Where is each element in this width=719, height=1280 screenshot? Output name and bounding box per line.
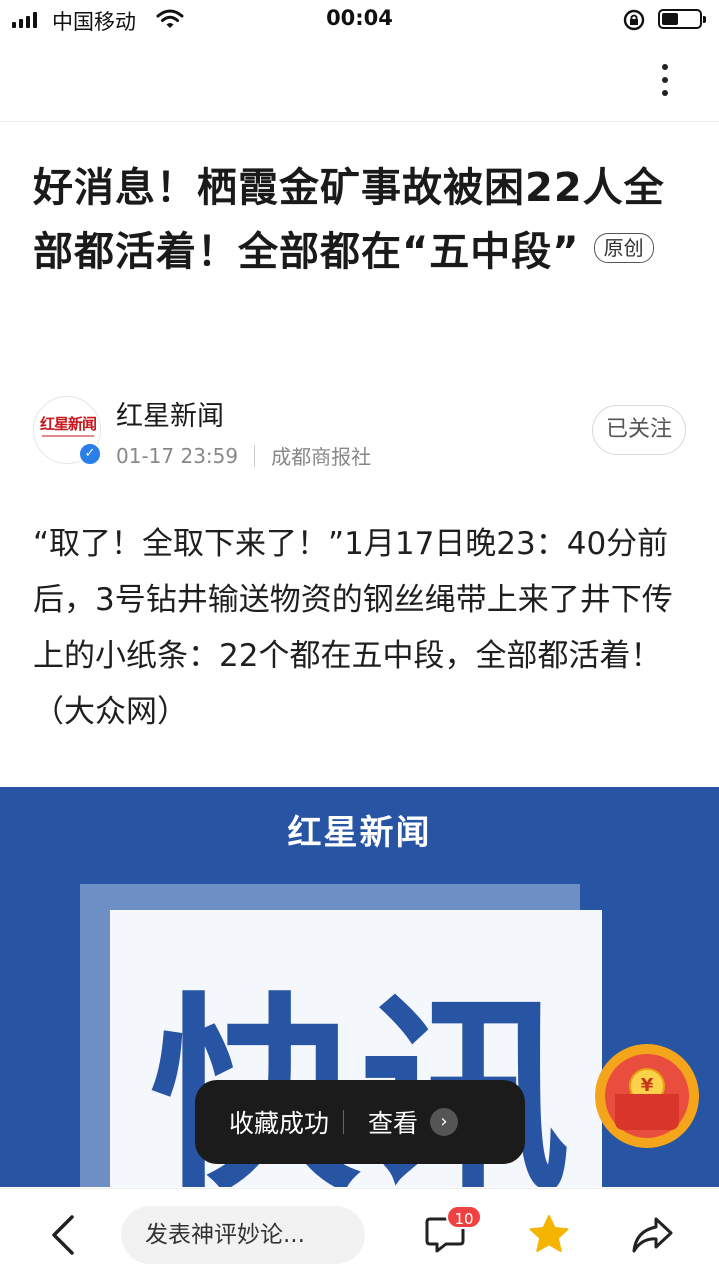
bottom-bar: 发表神评妙论... 10 (0, 1188, 719, 1280)
more-options-icon[interactable] (650, 60, 680, 100)
toast: 收藏成功 查看 › (195, 1080, 525, 1164)
rotation-lock-icon (622, 8, 646, 36)
toast-view-button[interactable]: 查看 (368, 1104, 418, 1140)
author-name[interactable]: 红星新闻 (116, 394, 224, 433)
original-badge: 原创 (593, 233, 654, 263)
star-icon[interactable] (527, 1213, 571, 1259)
source-name: 成都商报社 (271, 445, 372, 469)
toast-divider (343, 1110, 345, 1134)
back-icon[interactable] (44, 1213, 84, 1261)
comment-count-badge: 10 (446, 1205, 482, 1229)
meta-divider (254, 444, 256, 467)
comment-input[interactable]: 发表神评妙论... (121, 1206, 365, 1264)
status-bar: 中国移动 00:04 (0, 0, 719, 40)
follow-button[interactable]: 已关注 (592, 405, 686, 455)
article-body: “取了！全取下来了！”1月17日晚23：40分前后，3号钻井输送物资的钢丝绳带上… (33, 526, 673, 730)
battery-icon (658, 9, 706, 29)
red-packet-icon[interactable]: ¥ (595, 1044, 699, 1148)
article-title: 好消息！栖霞金矿事故被困22人全部都活着！全部都在“五中段” 原创 (33, 156, 693, 284)
verified-icon: ✓ (78, 442, 102, 466)
avatar-logo: 红星新闻 (39, 415, 97, 433)
image-brand-logo: 红星新闻 (287, 813, 432, 853)
chevron-right-icon[interactable]: › (430, 1108, 459, 1136)
clock: 00:04 (326, 6, 393, 30)
battery-fill (662, 13, 678, 25)
publish-time: 01-17 23:59 (116, 443, 239, 468)
share-icon[interactable] (630, 1215, 674, 1259)
title-text: 好消息！栖霞金矿事故被困22人全部都活着！全部都在“五中段” (33, 165, 665, 275)
nav-bar (0, 40, 719, 122)
article-meta: 01-17 23:59 成都商报社 (116, 441, 371, 470)
toast-message: 收藏成功 (229, 1109, 330, 1138)
